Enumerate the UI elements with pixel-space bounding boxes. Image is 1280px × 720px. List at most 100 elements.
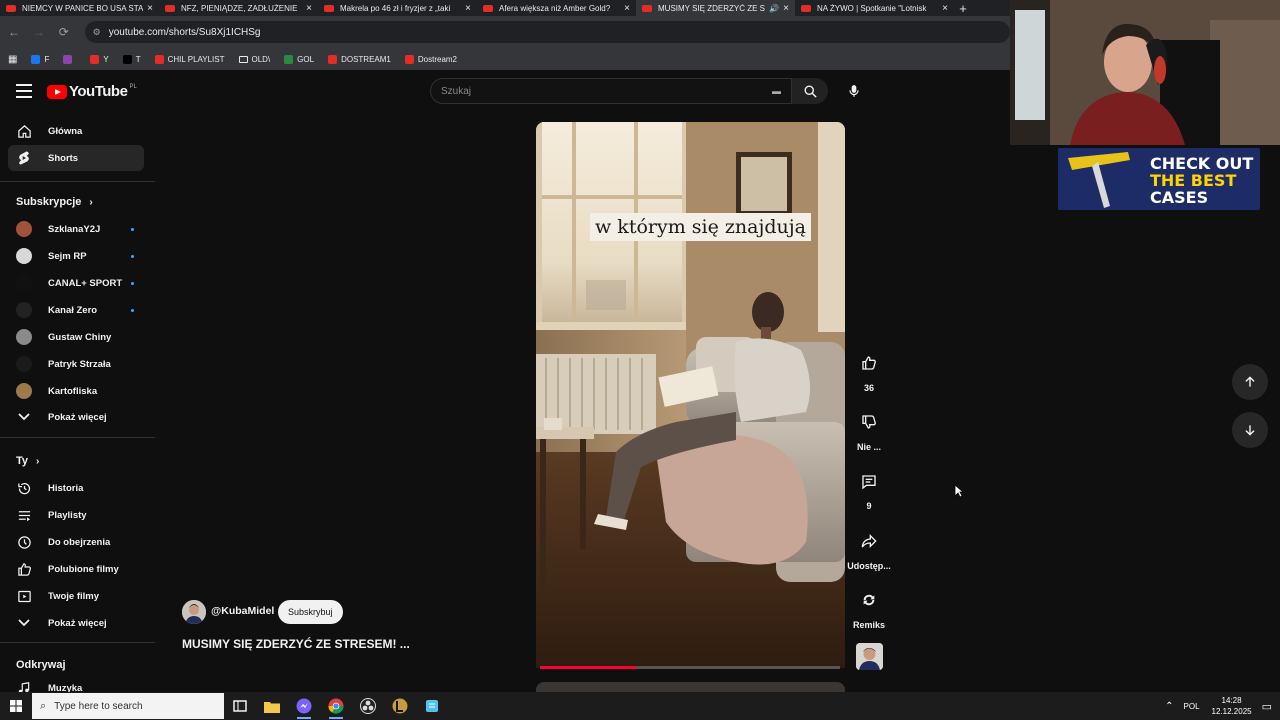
like-button[interactable] xyxy=(852,346,886,380)
browser-tab[interactable]: NIEMCY W PANICE BO USA STA × xyxy=(0,0,159,16)
windows-taskbar: ⌕ Type here to search ⌃ POL 14:28 12.12.… xyxy=(0,692,1280,720)
sidebar-item-home[interactable]: Główna xyxy=(8,118,144,144)
sidebar-item-subscription[interactable]: SzklanaY2J xyxy=(8,216,144,242)
chevron-up-icon[interactable]: ⌃ xyxy=(1165,701,1173,712)
sidebar-item-subscription[interactable]: Kanał Zero xyxy=(8,297,144,323)
video-progress-bar[interactable] xyxy=(540,666,840,669)
file-explorer-icon[interactable] xyxy=(256,692,288,720)
bookmark-item[interactable]: F xyxy=(31,54,49,64)
subscriptions-header[interactable]: Subskrypcje › xyxy=(16,196,93,208)
comments-button[interactable] xyxy=(852,465,886,499)
sidebar-item-label: CANAL+ SPORT xyxy=(48,277,123,289)
notifications-icon[interactable]: ▭ xyxy=(1262,700,1272,713)
shorts-icon xyxy=(16,150,32,166)
task-view-icon[interactable] xyxy=(224,692,256,720)
share-button[interactable] xyxy=(852,524,886,558)
browser-tab[interactable]: MUSIMY SIĘ ZDERZYĆ ZE S 🔊 × xyxy=(636,0,795,16)
sidebar-item-subscription[interactable]: CANAL+ SPORT xyxy=(8,270,144,296)
keyboard-icon[interactable]: ▬ xyxy=(772,86,781,96)
bookmark-item[interactable]: Dostream2 xyxy=(404,54,457,64)
channel-avatar[interactable] xyxy=(182,600,206,624)
close-tab-icon[interactable]: × xyxy=(624,3,630,14)
remix-icon xyxy=(863,594,875,606)
show-more-you[interactable]: Pokaż więcej xyxy=(8,610,144,636)
bookmark-item[interactable]: GOL xyxy=(284,54,314,64)
sidebar-item-subscription[interactable]: Kartofliska xyxy=(8,378,144,404)
notepad-icon[interactable] xyxy=(416,692,448,720)
browser-tab-title: Afera większa niż Amber Gold? xyxy=(499,3,611,13)
browser-tab[interactable]: NFZ, PIENIĄDZE, ZADŁUŻENIE × xyxy=(159,0,318,16)
youtube-logo[interactable]: YouTube PL xyxy=(47,83,137,100)
bookmark-item[interactable]: DOSTREAM1 xyxy=(328,54,391,64)
next-short-button[interactable] xyxy=(1232,412,1268,448)
chrome-icon[interactable] xyxy=(320,692,352,720)
youtube-favicon-icon xyxy=(6,4,16,12)
reload-icon[interactable]: ⟳ xyxy=(53,25,75,39)
close-tab-icon[interactable]: × xyxy=(465,3,471,14)
new-tab-icon[interactable]: + xyxy=(954,1,972,16)
bookmark-item[interactable]: CHIL PLAYLIST xyxy=(154,54,225,64)
short-video-player[interactable] xyxy=(536,122,845,668)
voice-search-button[interactable] xyxy=(840,78,868,104)
close-tab-icon[interactable]: × xyxy=(306,3,312,14)
forward-icon[interactable]: → xyxy=(28,25,50,39)
sidebar-divider xyxy=(0,437,155,438)
back-icon[interactable]: ← xyxy=(3,25,25,39)
share-label: Udostęp... xyxy=(847,561,891,571)
short-title[interactable]: MUSIMY SIĘ ZDERZYĆ ZE STRESEM! ... xyxy=(182,637,410,651)
bookmark-item[interactable]: OLD\ xyxy=(238,55,270,64)
new-content-dot xyxy=(131,227,134,231)
menu-icon[interactable] xyxy=(16,84,32,98)
browser-tab[interactable]: Makrela po 46 zł i fryzjer z „taki × xyxy=(318,0,477,16)
search-button[interactable] xyxy=(792,78,828,104)
bookmark-item[interactable]: Y xyxy=(90,54,109,64)
youtube-favicon-icon xyxy=(801,4,811,12)
language-indicator[interactable]: POL xyxy=(1184,702,1200,711)
league-launcher-icon[interactable] xyxy=(384,692,416,720)
obs-icon[interactable] xyxy=(352,692,384,720)
watch-later-icon xyxy=(16,534,32,550)
clock[interactable]: 14:28 12.12.2025 xyxy=(1212,695,1252,717)
sidebar-item-shorts[interactable]: Shorts xyxy=(8,145,144,171)
you-header[interactable]: Ty › xyxy=(16,455,39,467)
dislike-button[interactable] xyxy=(852,405,886,439)
close-tab-icon[interactable]: × xyxy=(942,3,948,14)
taskbar-search-input[interactable]: ⌕ Type here to search xyxy=(32,693,224,719)
youtube-logo-text: YouTube xyxy=(69,83,128,100)
site-info-icon[interactable]: ⚙ xyxy=(93,27,101,38)
remix-button[interactable] xyxy=(852,583,886,617)
sound-avatar[interactable] xyxy=(856,643,883,670)
sidebar-item-watch-later[interactable]: Do obejrzenia xyxy=(8,529,144,555)
speaker-icon[interactable]: 🔊 xyxy=(769,4,779,13)
sidebar-item-subscription[interactable]: Sejm RP xyxy=(8,243,144,269)
close-tab-icon[interactable]: × xyxy=(783,3,789,14)
show-more-subscriptions[interactable]: Pokaż więcej xyxy=(8,404,144,430)
sidebar-item-liked[interactable]: Polubione filmy xyxy=(8,556,144,582)
sidebar-item-label: Twoje filmy xyxy=(48,590,100,602)
address-bar[interactable]: ⚙ youtube.com/shorts/Su8Xj1ICHSg xyxy=(84,21,1011,43)
channel-avatar xyxy=(16,329,32,345)
start-button[interactable] xyxy=(0,692,32,720)
sidebar-item-subscription[interactable]: Gustaw Chiny xyxy=(8,324,144,350)
browser-tab[interactable]: Afera większa niż Amber Gold? × xyxy=(477,0,636,16)
channel-name[interactable]: @KubaMidel xyxy=(211,605,274,617)
subscribe-button[interactable]: Subskrybuj xyxy=(278,600,343,624)
messenger-icon[interactable] xyxy=(288,692,320,720)
apps-grid-icon[interactable]: ▦ xyxy=(8,54,17,65)
video-progress-fill xyxy=(540,666,636,669)
close-tab-icon[interactable]: × xyxy=(147,3,153,14)
folder-icon xyxy=(238,55,248,63)
sidebar-item-subscription[interactable]: Patryk Strzała xyxy=(8,351,144,377)
sidebar: Główna Shorts Subskrypcje › SzklanaY2J Sej… xyxy=(0,112,155,694)
bookmark-item[interactable] xyxy=(63,54,76,64)
new-content-dot xyxy=(131,308,134,312)
search-input[interactable]: Szukaj ▬ xyxy=(430,78,792,104)
browser-tab[interactable]: NA ŻYWO | Spotkanie "Lotnisk × xyxy=(795,0,954,16)
sidebar-item-your-videos[interactable]: Twoje filmy xyxy=(8,583,144,609)
sidebar-item-playlists[interactable]: Playlisty xyxy=(8,502,144,528)
browser-tab-strip: NIEMCY W PANICE BO USA STA × NFZ, PIENIĄDZ… xyxy=(0,0,1010,16)
bookmark-item[interactable]: T xyxy=(122,54,141,64)
browser-tab-title: NFZ, PIENIĄDZE, ZADŁUŻENIE xyxy=(181,3,298,13)
sidebar-item-history[interactable]: Historia xyxy=(8,475,144,501)
previous-short-button[interactable] xyxy=(1232,364,1268,400)
